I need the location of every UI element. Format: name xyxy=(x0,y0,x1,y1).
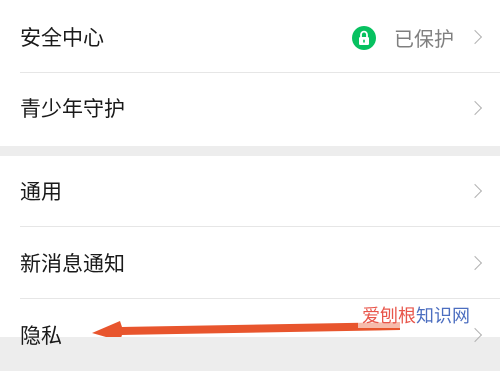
annotation-arrow-icon xyxy=(92,321,400,337)
watermark-rest: 知识网 xyxy=(416,306,470,327)
watermark-brand: 爱刨根 xyxy=(362,306,416,327)
watermark: 爱刨根知识网 xyxy=(358,306,474,328)
